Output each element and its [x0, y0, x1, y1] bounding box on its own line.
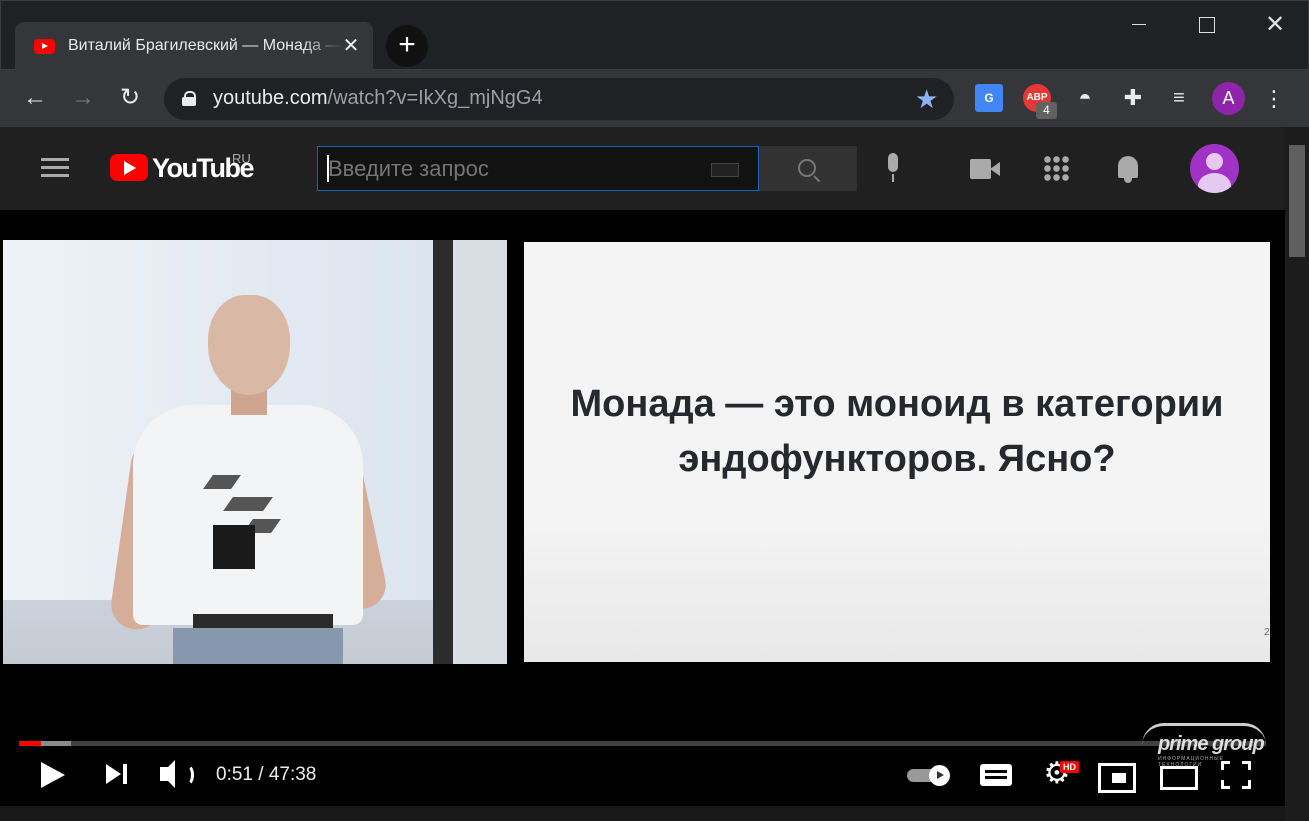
screen-frame — [433, 240, 453, 664]
fullscreen-button[interactable] — [1221, 754, 1251, 794]
browser-menu-icon[interactable]: ⋮ — [1262, 82, 1286, 115]
page-scrollbar[interactable] — [1285, 127, 1309, 821]
play-button[interactable] — [38, 754, 68, 794]
bookmark-star-icon[interactable]: ★ — [915, 84, 938, 115]
hd-badge: HD — [1060, 761, 1079, 773]
keyboard-icon[interactable] — [711, 163, 739, 177]
url-text[interactable]: youtube.com/watch?v=IkXg_mjNgG4 — [213, 87, 543, 110]
progress-played — [19, 741, 42, 746]
miniplayer-button[interactable] — [1098, 754, 1136, 794]
spy-extension-icon[interactable]: ◓ — [1071, 84, 1099, 112]
url-path: /watch?v=IkXg_mjNgG4 — [327, 87, 543, 109]
url-host: youtube.com — [213, 87, 328, 109]
slide-number: 2 — [1264, 627, 1270, 638]
guide-menu-icon[interactable] — [41, 158, 69, 178]
conference-badge — [213, 525, 255, 569]
youtube-logo-icon[interactable] — [110, 154, 148, 181]
browser-tab-strip: Виталий Брагилевский — Монада — это моно… — [0, 0, 1309, 71]
forward-button[interactable]: → — [68, 84, 98, 114]
notifications-bell-icon[interactable] — [1115, 154, 1141, 184]
window-minimize-button[interactable] — [1125, 11, 1153, 39]
progress-bar[interactable] — [19, 741, 1266, 746]
youtube-favicon-icon — [34, 39, 55, 54]
reload-button[interactable]: ↻ — [115, 84, 145, 114]
time-display: 0:51 / 47:38 — [216, 764, 317, 785]
browser-tab[interactable]: Виталий Брагилевский — Монада — это моно… — [15, 22, 373, 71]
scrollbar-thumb[interactable] — [1289, 145, 1305, 257]
tab-close-icon[interactable]: ✕ — [341, 36, 361, 56]
region-code: RU — [232, 151, 251, 166]
page-bottom-strip — [0, 806, 1285, 821]
back-button[interactable]: ← — [20, 84, 50, 114]
video-player[interactable]: Монада — это моноид в категории эндофунк… — [0, 210, 1285, 806]
address-bar[interactable]: youtube.com/watch?v=IkXg_mjNgG4 ★ — [164, 78, 954, 120]
autoplay-toggle[interactable] — [907, 765, 951, 786]
presentation-slide: Монада — это моноид в категории эндофунк… — [524, 242, 1270, 662]
autoplay-knob — [929, 765, 950, 786]
tab-title: Виталий Брагилевский — Монада — это моно… — [68, 37, 343, 54]
search-button[interactable] — [759, 146, 857, 191]
voice-search-icon[interactable] — [883, 153, 903, 183]
theater-mode-button[interactable] — [1160, 754, 1198, 794]
browser-toolbar: ← → ↻ youtube.com/watch?v=IkXg_mjNgG4 ★ … — [0, 70, 1309, 127]
search-input[interactable] — [317, 146, 759, 191]
extensions-puzzle-icon[interactable]: ✚ — [1119, 84, 1147, 112]
browser-profile-avatar[interactable]: A — [1212, 82, 1245, 115]
text-caret — [327, 155, 329, 182]
translate-extension-icon[interactable]: G — [975, 84, 1003, 112]
create-video-icon[interactable] — [970, 159, 1000, 179]
window-close-button[interactable]: ✕ — [1261, 11, 1289, 39]
media-control-icon[interactable]: ≡ — [1165, 84, 1193, 112]
youtube-masthead: YouTube RU — [0, 127, 1285, 210]
window-maximize-button[interactable] — [1192, 11, 1220, 39]
volume-wave-icon — [180, 764, 194, 786]
speaker-jeans — [173, 628, 343, 664]
settings-gear-icon[interactable]: ⚙ — [1042, 754, 1072, 794]
account-avatar[interactable] — [1190, 144, 1239, 193]
new-tab-button[interactable]: + — [386, 25, 428, 67]
slide-text: Монада — это моноид в категории эндофунк… — [570, 383, 1224, 480]
wall — [453, 240, 507, 664]
speaker-head — [208, 295, 290, 395]
speaker-camera-view — [3, 240, 507, 664]
next-video-button[interactable] — [105, 754, 131, 794]
adblock-count-badge: 4 — [1036, 102, 1057, 119]
lock-icon[interactable] — [182, 91, 196, 106]
subtitles-button[interactable] — [980, 754, 1012, 794]
apps-grid-icon[interactable] — [1043, 155, 1069, 181]
